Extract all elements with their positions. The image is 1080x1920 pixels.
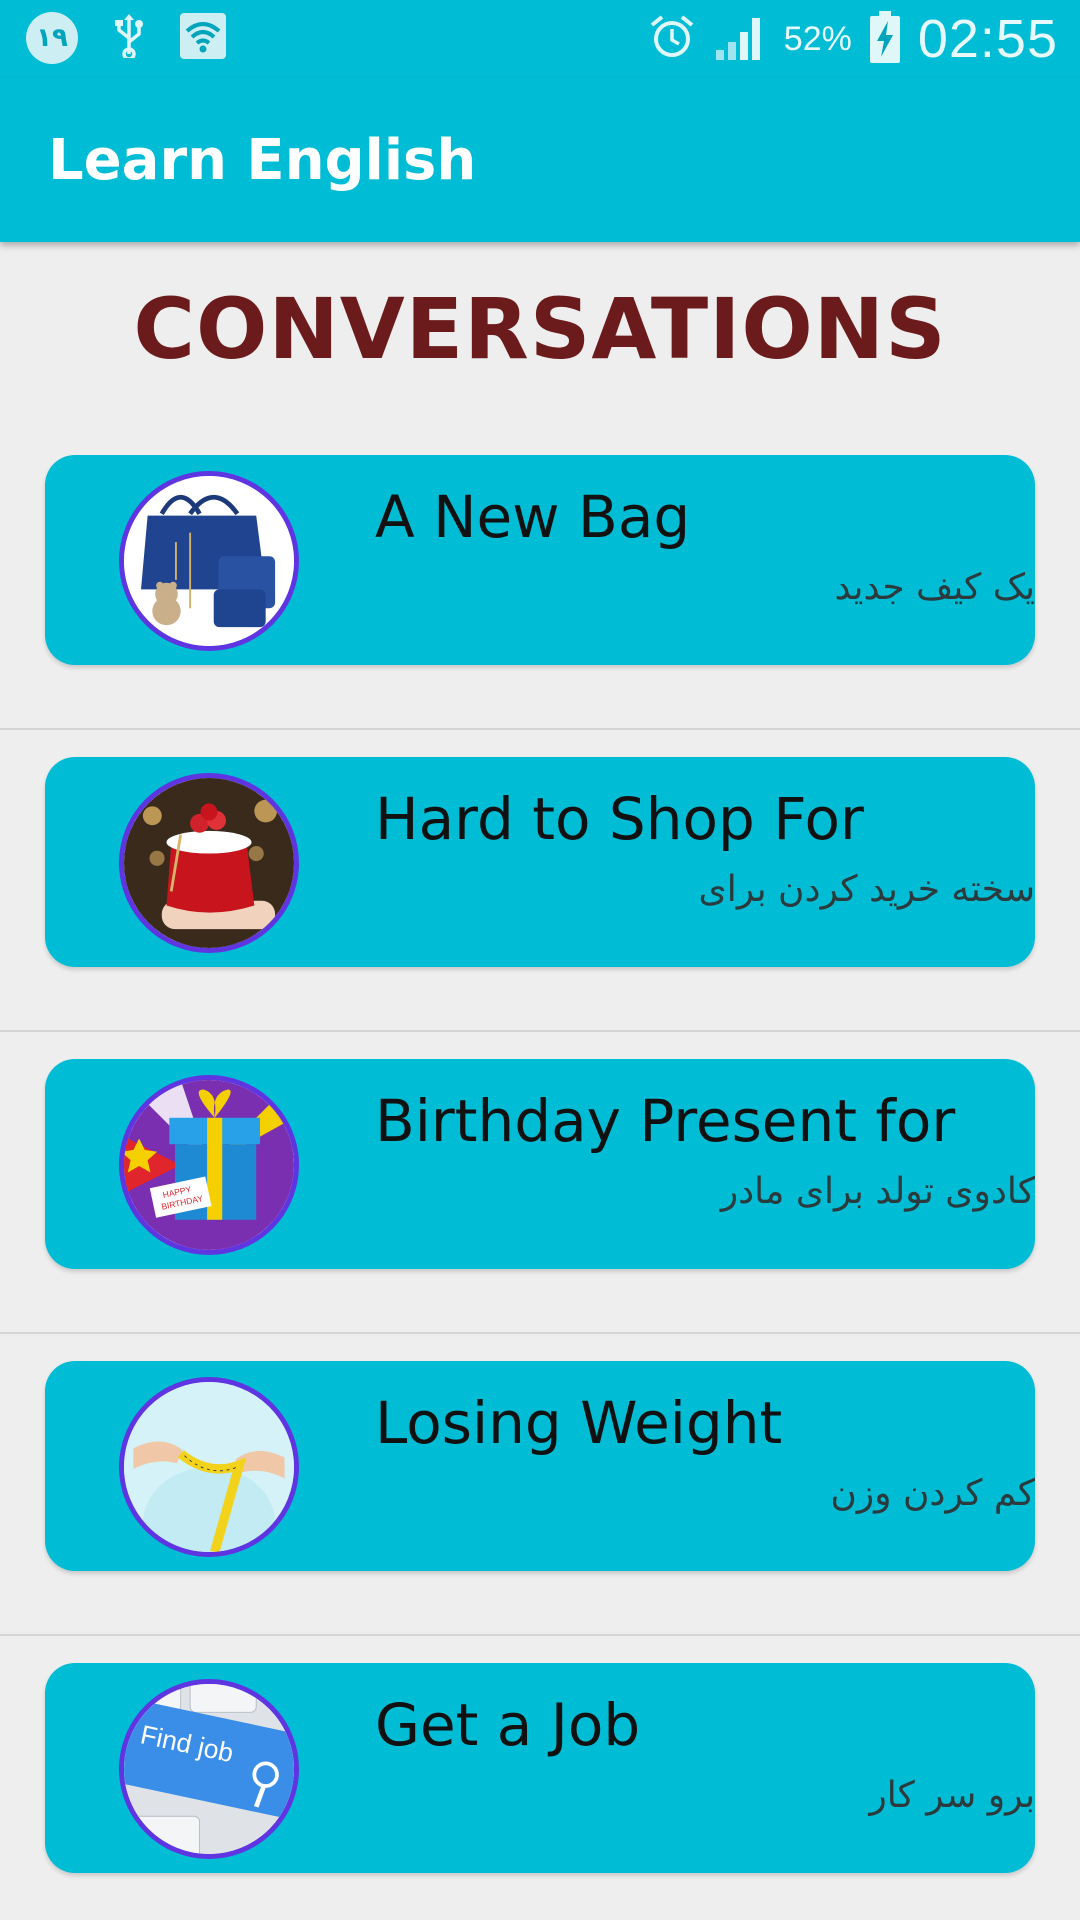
battery-percent: 52% [783, 19, 852, 58]
list-item[interactable]: HAPPY BIRTHDAY Birthday Present for کادو… [0, 1032, 1080, 1334]
list-item[interactable]: Losing Weight کم کردن وزن [0, 1334, 1080, 1636]
app-bar: Learn English [0, 78, 1080, 242]
app-title: Learn English [48, 128, 477, 193]
conversation-title: Hard to Shop For [375, 785, 864, 853]
conversation-subtitle: سخته خرید کردن برای [698, 869, 1035, 910]
handbag-image [119, 471, 299, 651]
list-item[interactable]: A New Bag یک کیف جدید [0, 428, 1080, 730]
conversation-subtitle: یک کیف جدید [834, 567, 1035, 608]
section-heading: CONVERSATIONS [133, 280, 947, 378]
status-bar-right: 52% 02:55 [648, 8, 1058, 70]
wifi-icon [180, 12, 226, 64]
conversation-title: Losing Weight [375, 1389, 783, 1457]
status-bar-left: ۱۹ [26, 12, 226, 64]
conversation-title: Get a Job [375, 1691, 641, 1759]
battery-charging-icon [869, 10, 900, 68]
clock: 02:55 [917, 9, 1058, 69]
alarm-icon [648, 13, 696, 66]
list-item[interactable]: Find job Get a Job برو سر کار [0, 1636, 1080, 1920]
notification-badge-icon: ۱۹ [26, 12, 78, 64]
conversation-card-hard-to-shop-for[interactable]: Hard to Shop For سخته خرید کردن برای [45, 757, 1035, 967]
conversation-title: A New Bag [375, 483, 691, 551]
birthday-gift-image: HAPPY BIRTHDAY [119, 1075, 299, 1255]
conversation-list[interactable]: A New Bag یک کیف جدید Hard to Shop For س… [0, 428, 1080, 1920]
gift-bag-image [119, 773, 299, 953]
conversation-subtitle: کادوی تولد برای مادر [720, 1171, 1035, 1212]
measuring-tape-image [119, 1377, 299, 1557]
status-bar: ۱۹ 52% 02:55 [0, 0, 1080, 78]
conversation-title: Birthday Present for [375, 1087, 956, 1155]
conversation-card-a-new-bag[interactable]: A New Bag یک کیف جدید [45, 455, 1035, 665]
conversation-card-get-a-job[interactable]: Find job Get a Job برو سر کار [45, 1663, 1035, 1873]
conversation-subtitle: برو سر کار [869, 1775, 1035, 1816]
find-job-key-image: Find job [119, 1679, 299, 1859]
list-item[interactable]: Hard to Shop For سخته خرید کردن برای [0, 730, 1080, 1032]
conversation-subtitle: کم کردن وزن [830, 1473, 1035, 1514]
conversation-card-losing-weight[interactable]: Losing Weight کم کردن وزن [45, 1361, 1035, 1571]
conversation-card-birthday-present[interactable]: HAPPY BIRTHDAY Birthday Present for کادو… [45, 1059, 1035, 1269]
usb-icon [112, 13, 146, 63]
signal-icon [714, 14, 766, 65]
